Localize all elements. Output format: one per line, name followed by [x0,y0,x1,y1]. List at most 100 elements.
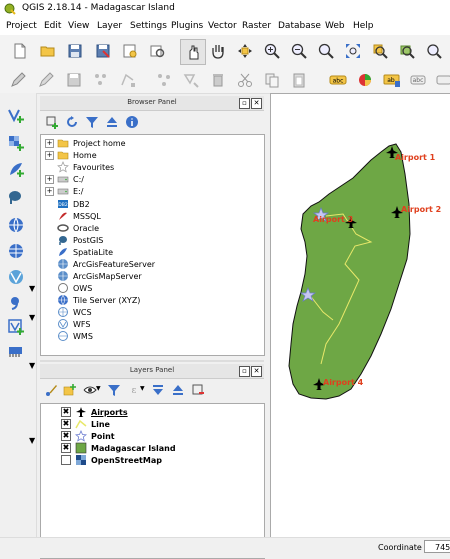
zoom-last-button[interactable] [422,39,446,63]
delete-selected-button[interactable] [206,68,230,92]
browser-item[interactable]: WMS [41,330,93,342]
toggle-editing-button[interactable] [34,68,58,92]
layer-visibility-checkbox[interactable]: ✖ [61,419,71,429]
browser-item[interactable]: + C:/ [41,173,84,185]
menu-project[interactable]: Project [6,21,37,31]
add-virtual-layer-button[interactable] [4,315,28,339]
layer-visibility-checkbox[interactable]: ✖ [61,407,71,417]
browser-item[interactable]: SpatiaLite [41,246,113,258]
add-spatialite-layer-button[interactable] [4,157,28,181]
dropdown-arrow-icon[interactable]: ▼ [96,385,101,392]
copy-features-button[interactable] [260,68,284,92]
browser-item[interactable]: + Home [41,149,97,161]
highlight-pinned-labels-button[interactable]: ab [380,68,404,92]
style-manager-button[interactable] [42,380,62,400]
menu-layer[interactable]: Layer [97,21,122,31]
browser-item[interactable]: OWS [41,282,92,294]
close-panel-icon[interactable]: ✕ [251,98,262,109]
collapse-all-layers-button[interactable] [168,380,188,400]
move-feature-button[interactable] [152,68,176,92]
menu-database[interactable]: Database [278,21,321,31]
new-project-button[interactable] [8,39,32,63]
expand-icon[interactable]: + [45,186,54,196]
add-wcs-layer-button[interactable] [4,239,28,263]
panel-splitter[interactable] [40,360,264,362]
layer-item-airports[interactable]: ✖ Airports [41,406,128,418]
add-postgis-layer-button[interactable] [4,185,28,209]
save-edits-button[interactable] [62,68,86,92]
expand-icon[interactable]: + [45,174,54,184]
zoom-in-button[interactable] [260,39,284,63]
menu-edit[interactable]: Edit [44,21,61,31]
zoom-to-selection-button[interactable] [368,39,392,63]
layer-visibility-checkbox[interactable]: ✖ [61,443,71,453]
add-delimited-text-button[interactable] [4,291,28,315]
browser-item[interactable]: PostGIS [41,234,103,246]
expand-icon[interactable]: + [45,138,54,148]
filter-legend-button[interactable] [104,380,124,400]
menu-view[interactable]: View [68,21,89,31]
rotate-label-button[interactable] [432,68,450,92]
zoom-native-button[interactable] [314,39,338,63]
browser-item[interactable]: ArcGisMapServer [41,270,142,282]
diagram-options-button[interactable] [353,68,377,92]
zoom-out-button[interactable] [287,39,311,63]
dropdown-arrow-icon[interactable]: ▼ [29,436,35,445]
madagascar-island-polygon[interactable] [288,143,411,400]
float-panel-icon[interactable]: ▫ [239,366,250,377]
add-wfs-layer-button[interactable] [4,265,28,289]
dropdown-arrow-icon[interactable]: ▼ [29,284,35,293]
zoom-to-layer-button[interactable] [395,39,419,63]
new-shapefile-layer-button[interactable] [4,339,28,363]
current-edits-button[interactable] [6,68,30,92]
browser-item[interactable]: Tile Server (XYZ) [41,294,140,306]
add-raster-layer-button[interactable] [4,131,28,155]
paste-features-button[interactable] [287,68,311,92]
menu-plugins[interactable]: Plugins [171,21,203,31]
expand-all-button[interactable] [148,380,168,400]
menu-settings[interactable]: Settings [130,21,167,31]
dropdown-arrow-icon[interactable]: ▼ [29,313,35,322]
add-feature-button[interactable] [89,68,113,92]
new-print-composer-button[interactable] [118,39,142,63]
browser-item[interactable]: DB2 DB2 [41,198,90,210]
browser-item[interactable]: WCS [41,306,92,318]
add-vector-layer-button[interactable] [4,103,28,127]
save-as-button[interactable] [91,39,115,63]
layer-visibility-checkbox[interactable]: ✖ [61,431,71,441]
menu-raster[interactable]: Raster [242,21,271,31]
layer-item-point[interactable]: ✖ Point [41,430,115,442]
cut-features-button[interactable] [233,68,257,92]
add-selected-layers-button[interactable] [42,112,62,132]
browser-item[interactable]: + Project home [41,137,126,149]
properties-button[interactable] [122,112,142,132]
pan-to-selection-button[interactable] [233,39,257,63]
expand-icon[interactable]: + [45,150,54,160]
move-label-button[interactable]: abc [407,68,431,92]
layer-item-madagascar-island[interactable]: ✖ Madagascar Island [41,442,176,454]
close-panel-icon[interactable]: ✕ [251,366,262,377]
refresh-button[interactable] [62,112,82,132]
add-group-button[interactable] [60,380,80,400]
open-project-button[interactable] [36,39,60,63]
layer-item-openstreetmap[interactable]: OpenStreetMap [41,454,162,466]
browser-item[interactable]: WFS [41,318,90,330]
pan-hand-button[interactable] [206,39,230,63]
remove-layer-button[interactable] [188,380,208,400]
zoom-full-button[interactable] [341,39,365,63]
map-render[interactable]: Airport 1 Airport 2 Airport 3 Airport 4 [271,94,450,538]
browser-item[interactable]: ArcGisFeatureServer [41,258,155,270]
dropdown-arrow-icon[interactable]: ▼ [29,361,35,370]
menu-vector[interactable]: Vector [208,21,237,31]
dropdown-arrow-icon[interactable]: ▼ [140,385,145,392]
pan-map-button[interactable] [180,39,206,65]
menu-help[interactable]: Help [353,21,374,31]
vertex-tool-button[interactable] [116,68,140,92]
menu-web[interactable]: Web [325,21,345,31]
label-tool-button[interactable]: abc [326,68,350,92]
map-canvas[interactable]: Airport 1 Airport 2 Airport 3 Airport 4 [270,93,450,539]
float-panel-icon[interactable]: ▫ [239,98,250,109]
add-wms-layer-button[interactable] [4,213,28,237]
filter-browser-button[interactable] [82,112,102,132]
node-tool-button[interactable] [179,68,203,92]
